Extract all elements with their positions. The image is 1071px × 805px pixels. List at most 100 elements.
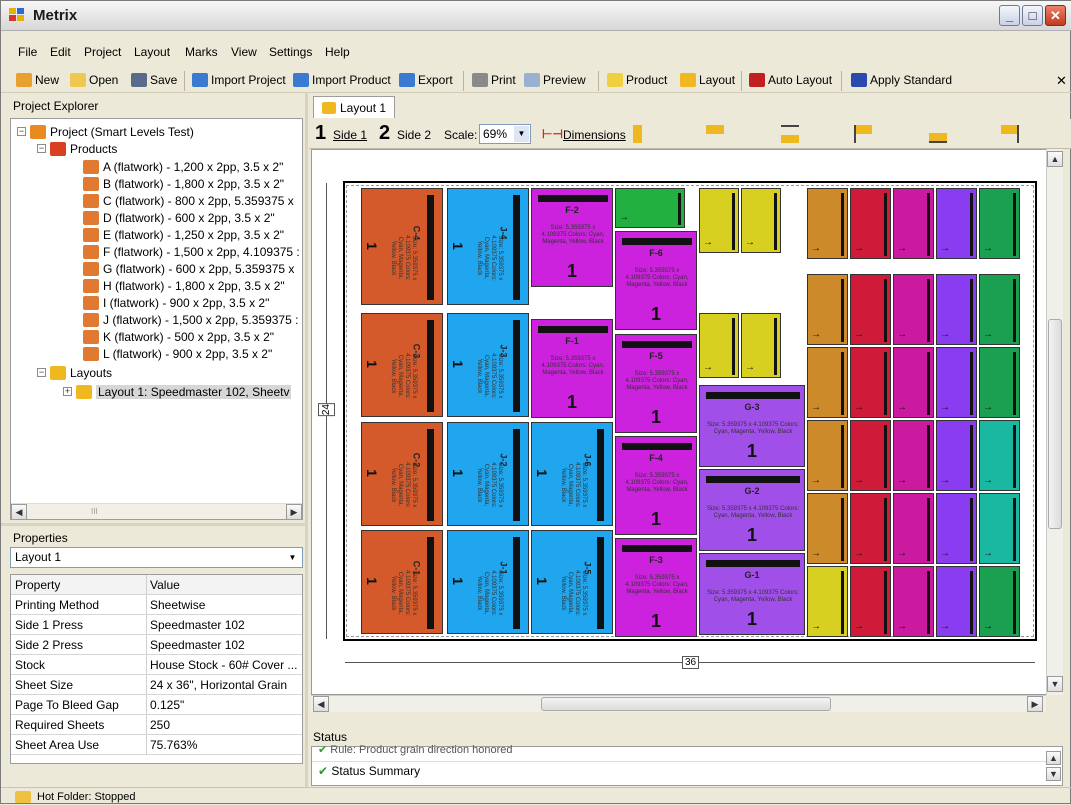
print-button[interactable]: Print bbox=[472, 73, 516, 87]
piece-f-3[interactable]: F-3 Size: 5.359375 x 4.109375 Colors: Cya… bbox=[615, 538, 697, 637]
vertical-splitter[interactable] bbox=[305, 93, 308, 787]
piece-small[interactable]: → bbox=[893, 566, 934, 637]
tree-product-item[interactable]: A (flatwork) - 1,200 x 2pp, 3.5 x 2" bbox=[83, 158, 283, 175]
scale-select[interactable]: 69% ▼ bbox=[479, 124, 531, 144]
piece-c-3[interactable]: C-3 Size: 5.359375 x 4.109375 Colors: Cya… bbox=[361, 313, 443, 417]
piece-small[interactable]: → bbox=[893, 188, 934, 259]
piece-f-2[interactable]: F-2 Size: 5.359375 x 4.109375 Colors: Cya… bbox=[531, 188, 613, 287]
piece-small[interactable]: → bbox=[893, 493, 934, 564]
piece-small-yellow[interactable]: → bbox=[699, 188, 739, 253]
property-row[interactable]: Side 2 Press Speedmaster 102 bbox=[11, 635, 302, 655]
scroll-down-button[interactable]: ▼ bbox=[1047, 676, 1063, 692]
tree-product-item[interactable]: E (flatwork) - 1,250 x 2pp, 3.5 x 2" bbox=[83, 226, 284, 243]
status-summary[interactable]: ✔ Status Summary bbox=[318, 764, 420, 778]
piece-c-2[interactable]: C-2 Size: 5.359375 x 4.109375 Colors: Cya… bbox=[361, 422, 443, 526]
open-button[interactable]: Open bbox=[70, 73, 118, 87]
piece-small[interactable]: → bbox=[893, 347, 934, 418]
status-scroll-down[interactable]: ▼ bbox=[1046, 767, 1061, 781]
property-row[interactable]: Page To Bleed Gap 0.125" bbox=[11, 695, 302, 715]
piece-small[interactable]: → bbox=[979, 420, 1020, 491]
tree-product-item[interactable]: K (flatwork) - 500 x 2pp, 3.5 x 2" bbox=[83, 328, 274, 345]
piece-g-2[interactable]: G-2 Size: 5.359375 x 4.109375 Colors: Cya… bbox=[699, 469, 805, 551]
piece-small[interactable]: → bbox=[850, 566, 891, 637]
auto-layout-button[interactable]: Auto Layout bbox=[749, 73, 832, 87]
hscroll-thumb[interactable] bbox=[541, 697, 831, 711]
maximize-button[interactable]: □ bbox=[1022, 5, 1043, 26]
tree-products[interactable]: − Products bbox=[37, 140, 117, 157]
piece-small[interactable]: → bbox=[807, 566, 848, 637]
piece-small[interactable]: → bbox=[936, 188, 977, 259]
side-2-button[interactable]: Side 2 bbox=[397, 128, 431, 142]
explorer-hscrollbar[interactable]: ◀ III ▶ bbox=[11, 503, 302, 519]
piece-f-4[interactable]: F-4 Size: 5.359375 x 4.109375 Colors: Cya… bbox=[615, 436, 697, 535]
close-toolbar-button[interactable]: ✕ bbox=[1056, 73, 1067, 89]
side-1-button[interactable]: Side 1 bbox=[333, 128, 367, 142]
property-row[interactable]: Printing Method Sheetwise bbox=[11, 595, 302, 615]
canvas-hscrollbar[interactable]: ◀ ▶ bbox=[311, 695, 1046, 712]
tree-product-item[interactable]: F (flatwork) - 1,500 x 2pp, 4.109375 : bbox=[83, 243, 300, 260]
scroll-right-button[interactable]: ▶ bbox=[286, 504, 302, 519]
piece-f-5[interactable]: F-5 Size: 5.359375 x 4.109375 Colors: Cya… bbox=[615, 334, 697, 433]
piece-j-1[interactable]: J-1 Size: 5.359375 x 4.109375 Colors: Cya… bbox=[447, 530, 529, 634]
tree-product-item[interactable]: D (flatwork) - 600 x 2pp, 3.5 x 2" bbox=[83, 209, 275, 226]
scroll-up-button[interactable]: ▲ bbox=[1047, 151, 1063, 167]
import-project-button[interactable]: Import Project bbox=[192, 73, 286, 87]
piece-small[interactable]: → bbox=[850, 274, 891, 345]
tree-product-item[interactable]: C (flatwork) - 800 x 2pp, 5.359375 x bbox=[83, 192, 294, 209]
piece-c-1[interactable]: C-1 Size: 5.359375 x 4.109375 Colors: Cya… bbox=[361, 530, 443, 634]
piece-small[interactable]: → bbox=[979, 188, 1020, 259]
piece-g-1[interactable]: G-1 Size: 5.359375 x 4.109375 Colors: Cya… bbox=[699, 553, 805, 635]
piece-small[interactable]: → bbox=[979, 274, 1020, 345]
property-row[interactable]: Sheet Size 24 x 36", Horizontal Grain bbox=[11, 675, 302, 695]
piece-small[interactable]: → bbox=[850, 188, 891, 259]
collapse-icon[interactable]: − bbox=[37, 368, 46, 377]
piece-small-yellow[interactable]: → bbox=[741, 188, 781, 253]
tree-layouts[interactable]: − Layouts bbox=[37, 364, 112, 381]
piece-small[interactable]: → bbox=[807, 493, 848, 564]
tab-layout-1[interactable]: Layout 1 bbox=[313, 96, 396, 118]
menu-help[interactable]: Help bbox=[325, 45, 350, 59]
chevron-down-icon[interactable]: ▼ bbox=[514, 126, 529, 142]
piece-small-green[interactable]: → bbox=[615, 188, 685, 228]
property-row[interactable]: Sheet Area Use 75.763% bbox=[11, 735, 302, 755]
layout-button[interactable]: Layout bbox=[680, 73, 735, 87]
tree-product-item[interactable]: I (flatwork) - 900 x 2pp, 3.5 x 2" bbox=[83, 294, 269, 311]
minimize-button[interactable]: _ bbox=[999, 5, 1020, 26]
scroll-left-button[interactable]: ◀ bbox=[313, 696, 329, 712]
tree-product-item[interactable]: J (flatwork) - 1,500 x 2pp, 5.359375 : bbox=[83, 311, 298, 328]
piece-small[interactable]: → bbox=[936, 566, 977, 637]
tree-product-item[interactable]: G (flatwork) - 600 x 2pp, 5.359375 x bbox=[83, 260, 294, 277]
piece-small[interactable]: → bbox=[850, 493, 891, 564]
property-row[interactable]: Side 1 Press Speedmaster 102 bbox=[11, 615, 302, 635]
expand-icon[interactable]: + bbox=[63, 387, 72, 396]
close-window-button[interactable]: ✕ bbox=[1045, 5, 1066, 26]
status-scroll-up[interactable]: ▲ bbox=[1046, 751, 1061, 765]
vscroll-thumb[interactable] bbox=[1048, 319, 1062, 529]
menu-view[interactable]: View bbox=[231, 45, 257, 59]
piece-small[interactable]: → bbox=[936, 274, 977, 345]
dimensions-button[interactable]: Dimensions bbox=[563, 128, 626, 142]
piece-small[interactable]: → bbox=[979, 493, 1020, 564]
canvas-vscrollbar[interactable]: ▲ ▼ bbox=[1046, 149, 1063, 695]
product-button[interactable]: Product bbox=[607, 73, 667, 87]
piece-f-1[interactable]: F-1 Size: 5.359375 x 4.109375 Colors: Cya… bbox=[531, 319, 613, 418]
menu-edit[interactable]: Edit bbox=[50, 45, 71, 59]
import-product-button[interactable]: Import Product bbox=[293, 73, 391, 87]
tree-layout-item[interactable]: + Layout 1: Speedmaster 102, Sheetv bbox=[63, 383, 292, 400]
piece-small[interactable]: → bbox=[850, 420, 891, 491]
piece-small-yellow[interactable]: → bbox=[741, 313, 781, 378]
piece-small[interactable]: → bbox=[979, 566, 1020, 637]
align-bottom-icon[interactable] bbox=[929, 125, 947, 143]
apply-standard-button[interactable]: Apply Standard bbox=[851, 73, 952, 87]
chevron-down-icon[interactable]: ▼ bbox=[285, 550, 300, 565]
piece-j-3[interactable]: J-3 Size: 5.359375 x 4.109375 Colors: Cya… bbox=[447, 313, 529, 417]
properties-object-select[interactable]: Layout 1 ▼ bbox=[10, 547, 303, 568]
align-left-icon[interactable] bbox=[854, 125, 872, 143]
menu-file[interactable]: File bbox=[18, 45, 37, 59]
piece-small[interactable]: → bbox=[807, 420, 848, 491]
piece-f-6[interactable]: F-6 Size: 5.359375 x 4.109375 Colors: Cya… bbox=[615, 231, 697, 330]
collapse-icon[interactable]: − bbox=[37, 144, 46, 153]
piece-j-2[interactable]: J-2 Size: 5.359375 x 4.109375 Colors: Cya… bbox=[447, 422, 529, 526]
piece-small[interactable]: → bbox=[807, 274, 848, 345]
piece-small[interactable]: → bbox=[936, 347, 977, 418]
